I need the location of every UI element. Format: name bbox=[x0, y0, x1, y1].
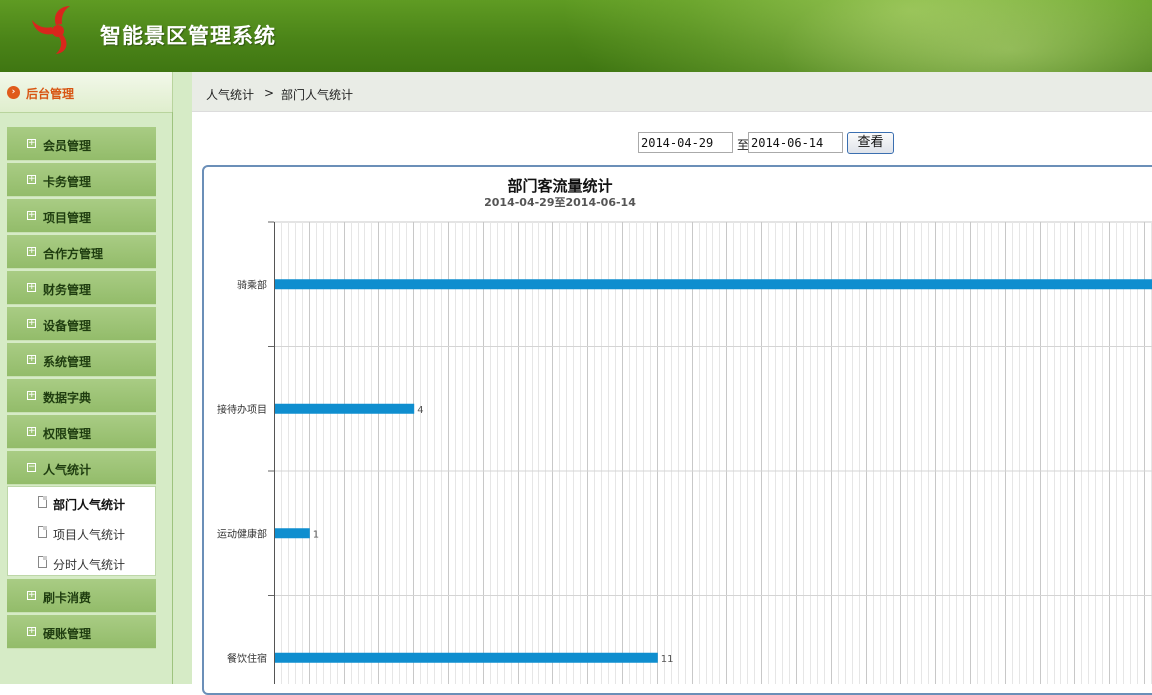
sidebar-item-project[interactable]: + 项目管理 bbox=[7, 199, 156, 233]
sidebar-item-label: 权限管理 bbox=[43, 427, 92, 441]
chart-title: 部门客流量统计 bbox=[507, 177, 613, 195]
popularity-submenu: 部门人气统计 项目人气统计 分时人气统计 bbox=[7, 486, 156, 576]
breadcrumb-parent[interactable]: 人气统计 bbox=[206, 86, 254, 103]
sidebar-item-label: 系统管理 bbox=[43, 355, 92, 369]
app-header: 智能景区管理系统 bbox=[0, 0, 1152, 72]
logo-icon bbox=[32, 6, 70, 54]
expand-icon: + bbox=[27, 246, 36, 256]
submenu-item-label: 分时人气统计 bbox=[53, 558, 126, 572]
expand-icon: + bbox=[27, 426, 36, 436]
sidebar-item-label: 合作方管理 bbox=[43, 247, 104, 261]
header-decoration-highlight bbox=[760, 0, 1152, 72]
query-button[interactable]: 查看 bbox=[847, 132, 894, 154]
start-date-input[interactable] bbox=[638, 132, 733, 153]
expand-icon: + bbox=[27, 318, 36, 328]
chart-subtitle: 2014-04-29至2014-06-14 bbox=[484, 196, 636, 209]
document-icon bbox=[38, 556, 47, 568]
submenu-item-hourly[interactable]: 分时人气统计 bbox=[8, 548, 157, 578]
sidebar-item-finance[interactable]: + 财务管理 bbox=[7, 271, 156, 305]
sidebar-item-member[interactable]: + 会员管理 bbox=[7, 127, 156, 161]
expand-icon: + bbox=[27, 282, 36, 292]
document-icon bbox=[38, 526, 47, 538]
sidebar-item-label: 财务管理 bbox=[43, 283, 92, 297]
expand-icon: + bbox=[27, 626, 36, 636]
sidebar-item-label: 设备管理 bbox=[43, 319, 92, 333]
submenu-item-department[interactable]: 部门人气统计 bbox=[8, 488, 157, 518]
collapse-icon: − bbox=[27, 462, 36, 472]
sidebar-item-device[interactable]: + 设备管理 bbox=[7, 307, 156, 341]
submenu-item-label: 项目人气统计 bbox=[53, 528, 126, 542]
sidebar-item-card-consumption[interactable]: + 刷卡消费 bbox=[7, 579, 156, 613]
sidebar-item-label: 硬账管理 bbox=[43, 627, 92, 641]
sidebar-item-permission[interactable]: + 权限管理 bbox=[7, 415, 156, 449]
sidebar-item-account[interactable]: + 硬账管理 bbox=[7, 615, 156, 649]
sidebar-item-label: 项目管理 bbox=[43, 211, 92, 225]
sidebar-title: 后台管理 bbox=[26, 87, 75, 101]
arrow-right-icon: › bbox=[7, 86, 20, 99]
sidebar-item-partner[interactable]: + 合作方管理 bbox=[7, 235, 156, 269]
sidebar-item-label: 刷卡消费 bbox=[43, 591, 92, 605]
end-date-input[interactable] bbox=[748, 132, 843, 153]
sidebar-item-label: 卡务管理 bbox=[43, 175, 92, 189]
expand-icon: + bbox=[27, 354, 36, 364]
expand-icon: + bbox=[27, 590, 36, 600]
sidebar-item-label: 会员管理 bbox=[43, 139, 92, 153]
app-title: 智能景区管理系统 bbox=[100, 24, 276, 48]
sidebar-item-popularity[interactable]: − 人气统计 bbox=[7, 451, 156, 485]
expand-icon: + bbox=[27, 174, 36, 184]
sidebar-item-label: 人气统计 bbox=[43, 463, 92, 477]
sidebar-item-system[interactable]: + 系统管理 bbox=[7, 343, 156, 377]
sidebar-header: › 后台管理 bbox=[0, 72, 173, 113]
sidebar-item-card[interactable]: + 卡务管理 bbox=[7, 163, 156, 197]
submenu-item-project[interactable]: 项目人气统计 bbox=[8, 518, 157, 548]
sidebar-item-label: 数据字典 bbox=[43, 391, 92, 405]
breadcrumb-current: 部门人气统计 bbox=[281, 88, 354, 102]
breadcrumb-separator: > bbox=[264, 86, 275, 100]
chart-panel bbox=[202, 165, 1152, 695]
breadcrumb: 人气统计 > 部门人气统计 bbox=[192, 72, 1152, 112]
expand-icon: + bbox=[27, 390, 36, 400]
submenu-item-label: 部门人气统计 bbox=[53, 498, 126, 512]
expand-icon: + bbox=[27, 138, 36, 148]
sidebar-item-dictionary[interactable]: + 数据字典 bbox=[7, 379, 156, 413]
document-icon bbox=[38, 496, 47, 508]
expand-icon: + bbox=[27, 210, 36, 220]
